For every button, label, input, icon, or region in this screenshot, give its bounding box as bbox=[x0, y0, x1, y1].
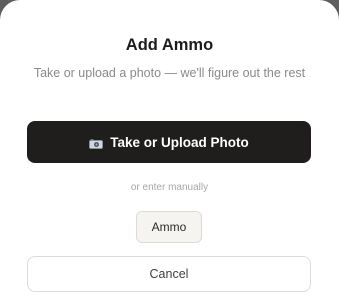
ammo-button[interactable]: Ammo bbox=[136, 211, 202, 243]
screen: Add Ammo Take or upload a photo — we'll … bbox=[0, 0, 339, 300]
cancel-button[interactable]: Cancel bbox=[27, 256, 311, 292]
modal-subtitle: Take or upload a photo — we'll figure ou… bbox=[33, 66, 306, 80]
add-ammo-sheet: Add Ammo Take or upload a photo — we'll … bbox=[0, 0, 339, 300]
take-or-upload-photo-label: Take or Upload Photo bbox=[110, 134, 249, 150]
cancel-button-label: Cancel bbox=[149, 267, 189, 281]
modal-title: Add Ammo bbox=[125, 36, 214, 54]
ammo-button-label: Ammo bbox=[151, 220, 187, 234]
manual-entry-divider: or enter manually bbox=[130, 182, 209, 193]
camera-icon bbox=[89, 137, 104, 149]
take-or-upload-photo-button[interactable]: Take or Upload Photo bbox=[27, 121, 311, 163]
